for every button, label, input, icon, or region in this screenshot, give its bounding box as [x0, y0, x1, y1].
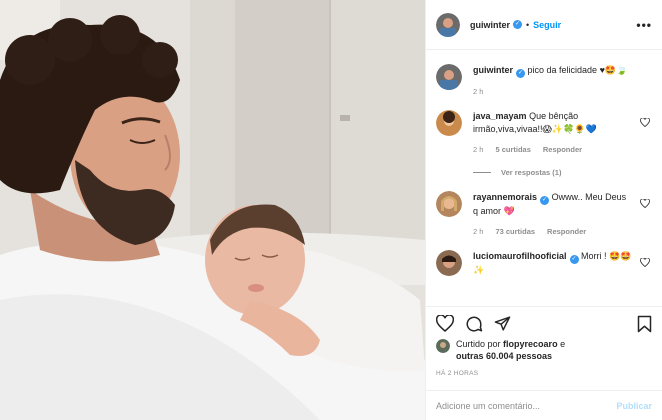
caption-avatar[interactable] — [436, 64, 462, 90]
liked-by-and: e — [560, 339, 566, 349]
verified-badge-icon: ✓ — [569, 255, 579, 264]
more-options-icon[interactable]: ••• — [636, 19, 652, 31]
like-comment-heart-icon[interactable] — [640, 118, 650, 127]
post-timestamp[interactable]: HÁ 2 HORAS — [436, 370, 478, 377]
verified-badge-icon: ✓ — [516, 69, 525, 78]
comment-item: luciomaurofilhooficial ✓ Morri ! 🤩🤩✨ — [436, 250, 652, 277]
liker-avatar[interactable] — [436, 339, 450, 353]
commenter-username[interactable]: luciomaurofilhooficial — [473, 251, 567, 261]
view-replies-label: Ver respostas (1) — [501, 168, 562, 177]
verified-badge-icon: ✓ — [540, 196, 550, 205]
author-username[interactable]: guiwinter — [470, 20, 510, 30]
caption-text: pico da felicidade ♥🤩🍃 — [527, 65, 628, 75]
post-side-panel: guiwinter ✓ • Seguir ••• guiwinter ✓ pico… — [425, 0, 662, 420]
comments-list[interactable]: guiwinter ✓ pico da felicidade ♥🤩🍃 2 h ja… — [426, 50, 662, 306]
post-photo[interactable] — [0, 0, 425, 420]
follow-button[interactable]: Seguir — [533, 20, 561, 30]
photo-father-and-baby — [0, 0, 425, 420]
caption-time[interactable]: 2 h — [473, 87, 483, 96]
commenter-username[interactable]: java_mayam — [473, 111, 527, 121]
commenter-avatar[interactable] — [436, 110, 462, 136]
share-send-icon[interactable] — [494, 315, 511, 332]
instagram-post: guiwinter ✓ • Seguir ••• guiwinter ✓ pico… — [0, 0, 662, 420]
verified-badge-icon: ✓ — [513, 20, 522, 29]
comment-item: java_mayam Que bênção irmão,viva,vivaa!!… — [436, 110, 652, 177]
author-avatar[interactable] — [436, 12, 460, 37]
comment-item: rayannemorais ✓ Owww.. Meu Deus q amor 💖 … — [436, 191, 652, 236]
view-replies-button[interactable]: Ver respostas (1) — [473, 168, 632, 177]
add-comment-bar: Publicar — [426, 390, 662, 420]
comment-input[interactable] — [436, 400, 617, 411]
like-comment-heart-icon[interactable] — [640, 199, 650, 208]
liked-by: Curtido por flopyrecoaro e outras 60.004… — [436, 338, 652, 362]
commenter-username[interactable]: rayannemorais — [473, 192, 537, 202]
comment-time[interactable]: 2 h — [473, 227, 483, 236]
like-comment-heart-icon[interactable] — [640, 258, 650, 267]
replies-divider — [473, 172, 491, 173]
publish-button[interactable]: Publicar — [616, 401, 652, 411]
commenter-avatar[interactable] — [436, 250, 462, 276]
post-header: guiwinter ✓ • Seguir ••• — [426, 0, 662, 50]
post-actions — [426, 306, 662, 340]
comment-likes[interactable]: 5 curtidas — [495, 145, 530, 154]
comment-bubble-icon[interactable] — [465, 315, 483, 333]
like-heart-icon[interactable] — [436, 315, 454, 332]
reply-button[interactable]: Responder — [543, 145, 582, 154]
comment-likes[interactable]: 73 curtidas — [495, 227, 535, 236]
save-bookmark-icon[interactable] — [637, 315, 652, 333]
liked-by-prefix: Curtido por — [456, 339, 501, 349]
comment-time[interactable]: 2 h — [473, 145, 483, 154]
caption: guiwinter ✓ pico da felicidade ♥🤩🍃 2 h — [436, 64, 652, 96]
reply-button[interactable]: Responder — [547, 227, 586, 236]
caption-username[interactable]: guiwinter — [473, 65, 513, 75]
liked-by-user[interactable]: flopyrecoaro — [503, 339, 558, 349]
commenter-avatar[interactable] — [436, 191, 462, 217]
liked-by-others[interactable]: outras 60.004 pessoas — [456, 351, 552, 361]
separator-dot: • — [526, 19, 530, 30]
